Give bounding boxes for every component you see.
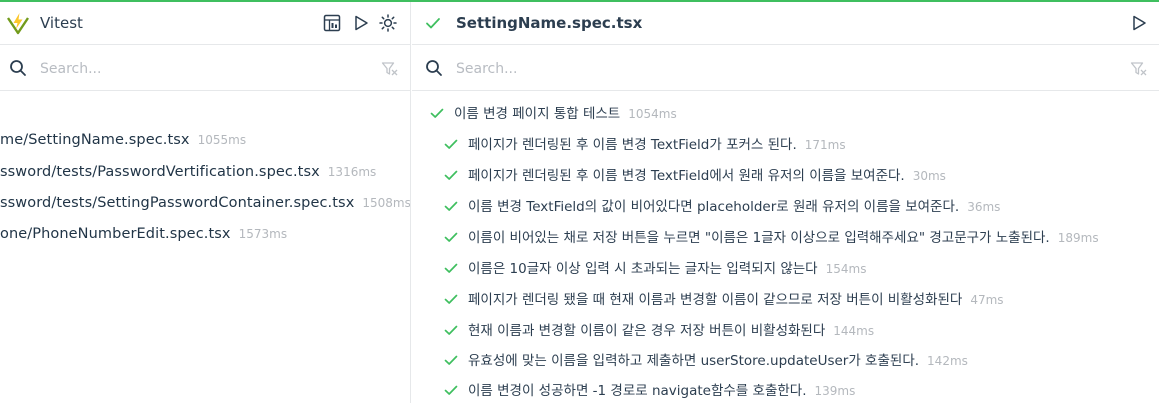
pass-check-icon bbox=[444, 294, 458, 304]
pass-check-icon bbox=[444, 385, 458, 395]
test-row[interactable]: 이름 변경 TextField의 값이 비어있다면 placeholder로 원… bbox=[444, 195, 1000, 215]
play-icon bbox=[355, 15, 368, 31]
suite-duration: 1054ms bbox=[628, 107, 677, 121]
play-icon bbox=[1133, 15, 1146, 31]
pass-check-icon bbox=[444, 201, 458, 211]
suite-row[interactable]: 이름 변경 페이지 통합 테스트 1054ms bbox=[430, 102, 677, 122]
pass-check-icon bbox=[444, 325, 458, 335]
file-name: one/PhoneNumberEdit.spec.tsx bbox=[0, 226, 231, 242]
filter-clear-icon[interactable] bbox=[381, 60, 399, 78]
file-duration: 1055ms bbox=[197, 133, 247, 147]
rerun-file-button[interactable] bbox=[1129, 13, 1149, 33]
detail-search-input[interactable] bbox=[456, 58, 776, 80]
test-row[interactable]: 유효성에 맞는 이름을 입력하고 제출하면 userStore.updateUs… bbox=[444, 349, 968, 369]
pass-check-icon bbox=[444, 170, 458, 180]
test-duration: 171ms bbox=[804, 138, 846, 152]
search-icon bbox=[10, 60, 26, 76]
file-name: ssword/tests/SettingPasswordContainer.sp… bbox=[0, 195, 355, 211]
sun-icon bbox=[379, 14, 397, 32]
test-duration: 30ms bbox=[912, 169, 946, 183]
file-duration: 1316ms bbox=[327, 165, 377, 179]
file-item[interactable]: one/PhoneNumberEdit.spec.tsx 1573ms bbox=[0, 226, 287, 250]
pass-check-icon bbox=[444, 355, 458, 365]
test-name: 유효성에 맞는 이름을 입력하고 제출하면 userStore.updateUs… bbox=[468, 353, 920, 369]
file-item[interactable]: me/SettingName.spec.tsx 1055ms bbox=[0, 132, 246, 156]
file-duration: 1573ms bbox=[238, 227, 288, 241]
file-item[interactable]: ssword/tests/SettingPasswordContainer.sp… bbox=[0, 195, 411, 219]
test-duration: 144ms bbox=[833, 324, 875, 338]
file-name: ssword/tests/PasswordVertification.spec.… bbox=[0, 164, 320, 180]
test-name: 이름 변경이 성공하면 -1 경로로 navigate함수를 호출한다. bbox=[468, 383, 807, 399]
test-row[interactable]: 이름이 비어있는 채로 저장 버튼을 누르면 "이름은 1글자 이상으로 입력해… bbox=[444, 226, 1099, 246]
search-icon bbox=[426, 60, 442, 76]
test-duration: 36ms bbox=[967, 200, 1001, 214]
vitest-logo-icon bbox=[7, 13, 29, 35]
test-name: 현재 이름과 변경할 이름이 같은 경우 저장 버튼이 비활성화된다 bbox=[468, 323, 826, 339]
test-row[interactable]: 페이지가 렌더링된 후 이름 변경 TextField가 포커스 된다. 171… bbox=[444, 133, 846, 153]
pass-check-icon bbox=[426, 18, 440, 29]
test-name: 페이지가 렌더링 됐을 때 현재 이름과 변경할 이름이 같으므로 저장 버튼이… bbox=[468, 292, 963, 308]
app-title: Vitest bbox=[40, 14, 83, 32]
pass-check-icon bbox=[444, 263, 458, 273]
test-name: 페이지가 렌더링된 후 이름 변경 TextField가 포커스 된다. bbox=[468, 137, 797, 153]
test-row[interactable]: 현재 이름과 변경할 이름이 같은 경우 저장 버튼이 비활성화된다 144ms bbox=[444, 319, 874, 339]
toggle-theme-button[interactable] bbox=[378, 13, 398, 33]
test-name: 페이지가 렌더링된 후 이름 변경 TextField에서 원래 유저의 이름을… bbox=[468, 168, 905, 184]
pass-check-icon bbox=[444, 139, 458, 149]
test-duration: 139ms bbox=[814, 384, 856, 398]
file-duration: 1508ms bbox=[362, 196, 411, 210]
filter-clear-icon[interactable] bbox=[1130, 60, 1148, 78]
test-name: 이름 변경 TextField의 값이 비어있다면 placeholder로 원… bbox=[468, 199, 960, 215]
coverage-button[interactable] bbox=[322, 13, 342, 33]
test-duration: 142ms bbox=[927, 354, 968, 368]
pass-check-icon bbox=[430, 108, 444, 118]
run-all-button[interactable] bbox=[351, 13, 371, 33]
pass-check-icon bbox=[444, 232, 458, 242]
test-duration: 154ms bbox=[825, 262, 867, 276]
coverage-report-icon bbox=[323, 14, 341, 32]
test-row[interactable]: 이름 변경이 성공하면 -1 경로로 navigate함수를 호출한다. 139… bbox=[444, 379, 855, 399]
file-name: me/SettingName.spec.tsx bbox=[0, 132, 190, 148]
file-item[interactable]: ssword/tests/PasswordVertification.spec.… bbox=[0, 164, 376, 188]
test-duration: 189ms bbox=[1057, 231, 1099, 245]
file-explorer-panel: Vitest Search... me/SettingName.spec.tsx… bbox=[0, 2, 411, 403]
test-duration: 47ms bbox=[970, 293, 1004, 307]
test-name: 이름이 비어있는 채로 저장 버튼을 누르면 "이름은 1글자 이상으로 입력해… bbox=[468, 230, 1050, 246]
test-name: 이름은 10글자 이상 입력 시 초과되는 글자는 입력되지 않는다 bbox=[468, 261, 818, 277]
detail-header: SettingName.spec.tsx bbox=[412, 2, 1159, 45]
test-row[interactable]: 이름은 10글자 이상 입력 시 초과되는 글자는 입력되지 않는다 154ms bbox=[444, 257, 866, 277]
explorer-header: Vitest bbox=[0, 2, 410, 45]
test-row[interactable]: 페이지가 렌더링된 후 이름 변경 TextField에서 원래 유저의 이름을… bbox=[444, 164, 946, 184]
explorer-search-input[interactable] bbox=[40, 58, 360, 80]
suite-name: 이름 변경 페이지 통합 테스트 bbox=[454, 106, 621, 122]
file-title: SettingName.spec.tsx bbox=[456, 14, 643, 32]
test-detail-panel: SettingName.spec.tsx 이름 변경 페이지 통합 테스트 10… bbox=[412, 2, 1159, 403]
test-row[interactable]: 페이지가 렌더링 됐을 때 현재 이름과 변경할 이름이 같으므로 저장 버튼이… bbox=[444, 288, 1004, 308]
